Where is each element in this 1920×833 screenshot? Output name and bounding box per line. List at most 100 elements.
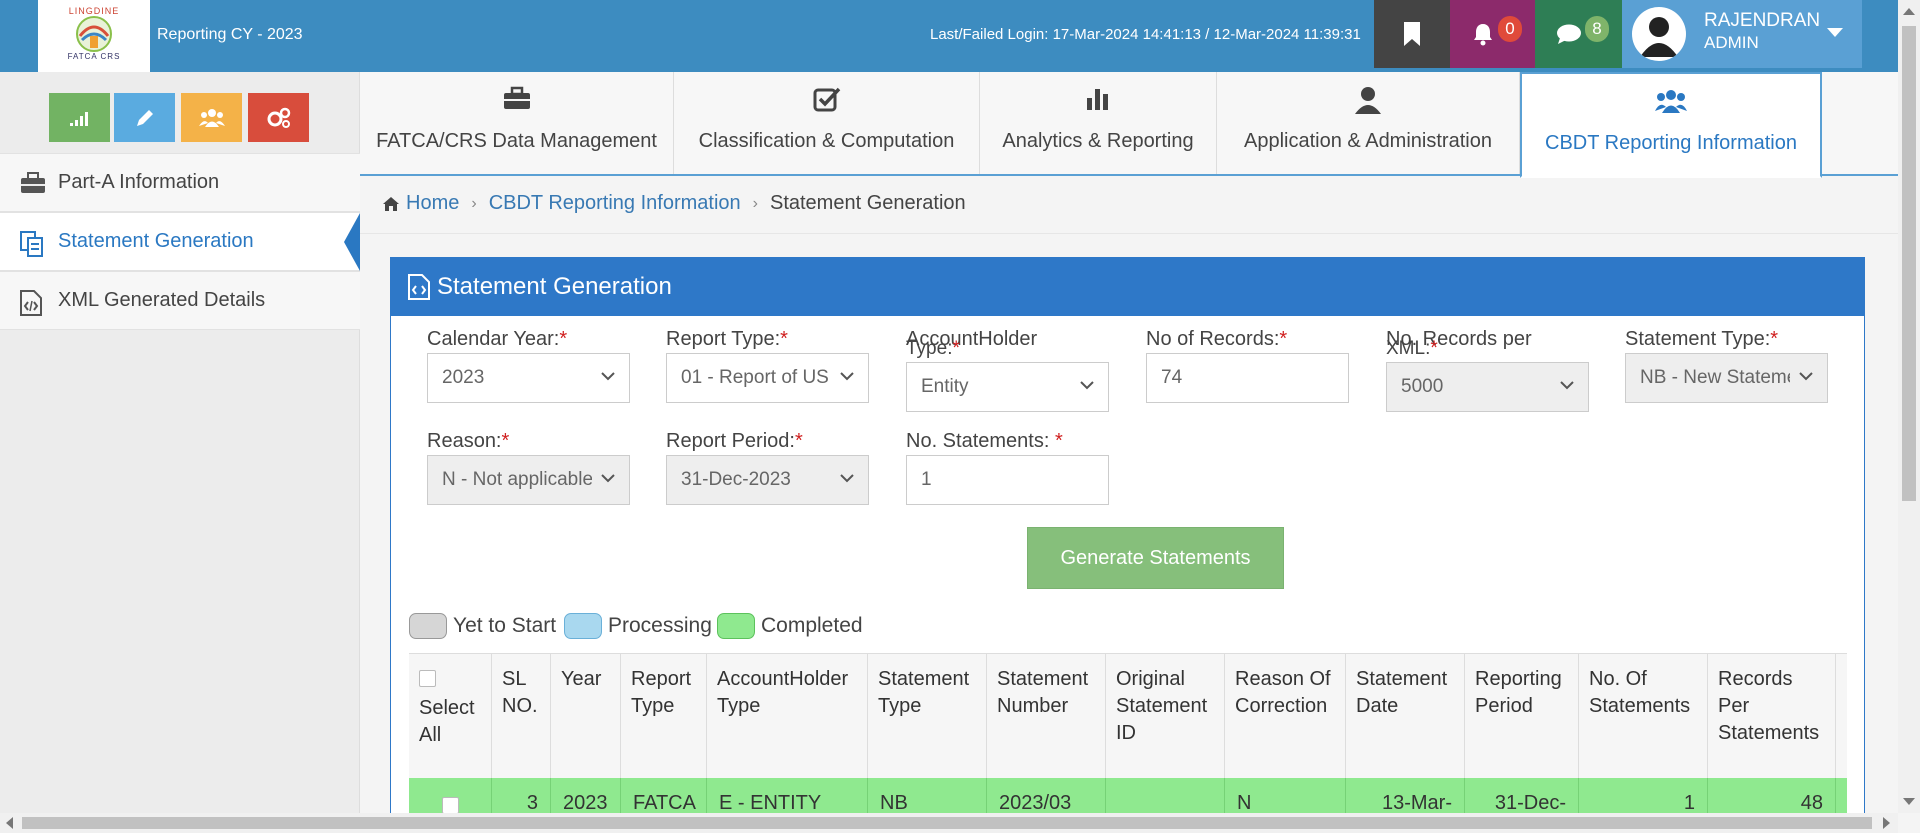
scroll-right-icon[interactable] [1883, 817, 1890, 829]
chart-icon [69, 111, 88, 126]
chevron-down-icon [1080, 381, 1094, 390]
chevron-down-icon [1799, 372, 1813, 381]
code-file-icon [408, 274, 430, 300]
quick-users-button[interactable] [181, 93, 242, 142]
scroll-left-icon[interactable] [6, 817, 13, 829]
legend-yet-to-start: Yet to Start [409, 613, 556, 639]
th-statement-number: Statement Number [987, 654, 1106, 779]
sidebar: Part-A Information Statement Generation … [0, 72, 360, 813]
report-type-label: Report Type:* [666, 328, 788, 350]
user-menu[interactable]: RAJENDRAN ADMIN [1622, 0, 1862, 68]
tab-label: Application & Administration [1244, 130, 1492, 152]
report-period-label: Report Period:* [666, 430, 803, 452]
chat-icon [1556, 24, 1581, 44]
quick-settings-button[interactable] [248, 93, 309, 142]
quick-stats-button[interactable] [49, 93, 110, 142]
tab-fatca-crs-data-management[interactable]: FATCA/CRS Data Management [360, 72, 674, 174]
accountholder-type-label-2: Type:* [906, 338, 960, 359]
code-file-icon [20, 290, 42, 316]
horizontal-scrollbar[interactable] [0, 813, 1898, 833]
sidebar-item-statement-generation[interactable]: Statement Generation [0, 212, 360, 271]
chevron-down-icon [1827, 28, 1843, 37]
th-no-of-statements: No. Of Statements [1579, 654, 1708, 779]
documents-icon [20, 231, 43, 257]
sidebar-item-label: Statement Generation [58, 230, 254, 252]
top-header: LINGDINE FATCA CRS Reporting CY - 2023 L… [0, 0, 1920, 72]
bookmark-button[interactable] [1374, 0, 1450, 68]
th-select-all: Select All [409, 654, 492, 779]
divider [360, 233, 1898, 234]
chevron-down-icon [1560, 381, 1574, 390]
legend-swatch [409, 613, 447, 639]
no-statements-input[interactable]: 1 [906, 455, 1109, 505]
th-reporting-period: Reporting Period [1465, 654, 1579, 779]
tab-classification-computation[interactable]: Classification & Computation [674, 72, 980, 174]
logo-text-top: LINGDINE [68, 6, 120, 16]
breadcrumb-section[interactable]: CBDT Reporting Information [489, 192, 741, 215]
bookmark-icon [1404, 22, 1420, 46]
tab-application-administration[interactable]: Application & Administration [1217, 72, 1520, 174]
horizontal-scroll-thumb[interactable] [22, 817, 1872, 829]
th-original-statement-id: Original Statement ID [1106, 654, 1225, 779]
logo-text-bottom: FATCA CRS [67, 52, 121, 61]
scroll-up-icon[interactable] [1903, 8, 1915, 15]
sidebar-item-part-a[interactable]: Part-A Information [0, 153, 360, 212]
vertical-scrollbar[interactable] [1898, 0, 1920, 813]
legend-label: Yet to Start [453, 614, 557, 637]
users-icon [198, 108, 225, 127]
tab-analytics-reporting[interactable]: Analytics & Reporting [980, 72, 1217, 174]
chevron-down-icon [601, 372, 615, 381]
main-nav: FATCA/CRS Data Management Classification… [360, 72, 1898, 178]
avatar [1632, 7, 1686, 61]
breadcrumb-separator-icon: › [471, 194, 477, 212]
calendar-year-label: Calendar Year:* [427, 328, 568, 350]
no-of-records-label: No of Records:* [1146, 328, 1288, 350]
reason-label: Reason:* [427, 430, 510, 452]
calendar-year-select[interactable]: 2023 [427, 353, 630, 403]
accountholder-type-select[interactable]: Entity [906, 362, 1109, 412]
legend-label: Completed [761, 614, 863, 637]
tab-label: Analytics & Reporting [1002, 130, 1194, 152]
th-report-type: Report Type [621, 654, 707, 779]
report-type-select[interactable]: 01 - Report of US [666, 353, 869, 403]
th-reason-of-correction: Reason Of Correction [1225, 654, 1346, 779]
th-statement-type: Statement Type [868, 654, 987, 779]
generate-statements-button[interactable]: Generate Statements [1027, 527, 1284, 589]
th-accountholder-type: AccountHolder Type [707, 654, 868, 779]
app-logo[interactable]: LINGDINE FATCA CRS [38, 0, 150, 72]
th-year: Year [551, 654, 621, 779]
no-of-records-input[interactable]: 74 [1146, 353, 1349, 403]
bell-icon [1473, 24, 1492, 46]
sidebar-item-label: Part-A Information [58, 171, 220, 193]
tab-label: Classification & Computation [698, 130, 955, 152]
legend-completed: Completed [717, 613, 863, 639]
breadcrumb: Home › CBDT Reporting Information › Stat… [382, 192, 966, 215]
notifications-button[interactable]: 0 [1450, 0, 1535, 68]
messages-button[interactable]: 8 [1535, 0, 1622, 68]
user-role: ADMIN [1704, 33, 1759, 52]
statement-generation-panel: Statement Generation Calendar Year:* 202… [390, 257, 1865, 833]
th-records-per-statements: Records Per Statements [1708, 654, 1836, 779]
row-checkbox[interactable] [441, 797, 459, 814]
statement-type-select[interactable]: NB - New Statement [1625, 353, 1828, 403]
chevron-down-icon [840, 474, 854, 483]
report-period-select[interactable]: 31-Dec-2023 [666, 455, 869, 505]
quick-edit-button[interactable] [114, 93, 175, 142]
breadcrumb-separator-icon: › [752, 194, 758, 212]
th-statement-date: Statement Date [1346, 654, 1465, 779]
active-indicator [344, 213, 360, 271]
statement-type-label: Statement Type:* [1625, 328, 1779, 350]
breadcrumb-home[interactable]: Home [406, 192, 459, 215]
select-all-checkbox[interactable] [419, 670, 436, 687]
reason-select[interactable]: N - Not applicable [427, 455, 630, 505]
sidebar-item-xml-generated[interactable]: XML Generated Details [0, 271, 360, 330]
records-per-xml-select[interactable]: 5000 [1386, 362, 1589, 412]
user-name: RAJENDRAN [1704, 10, 1821, 31]
tab-cbdt-reporting-information[interactable]: CBDT Reporting Information [1520, 72, 1822, 178]
bar-chart-icon [1087, 89, 1108, 110]
pencil-icon [136, 109, 153, 126]
check-square-icon [813, 87, 840, 112]
user-icon [1355, 87, 1381, 114]
scroll-down-icon[interactable] [1903, 798, 1915, 805]
vertical-scroll-thumb[interactable] [1902, 26, 1916, 501]
